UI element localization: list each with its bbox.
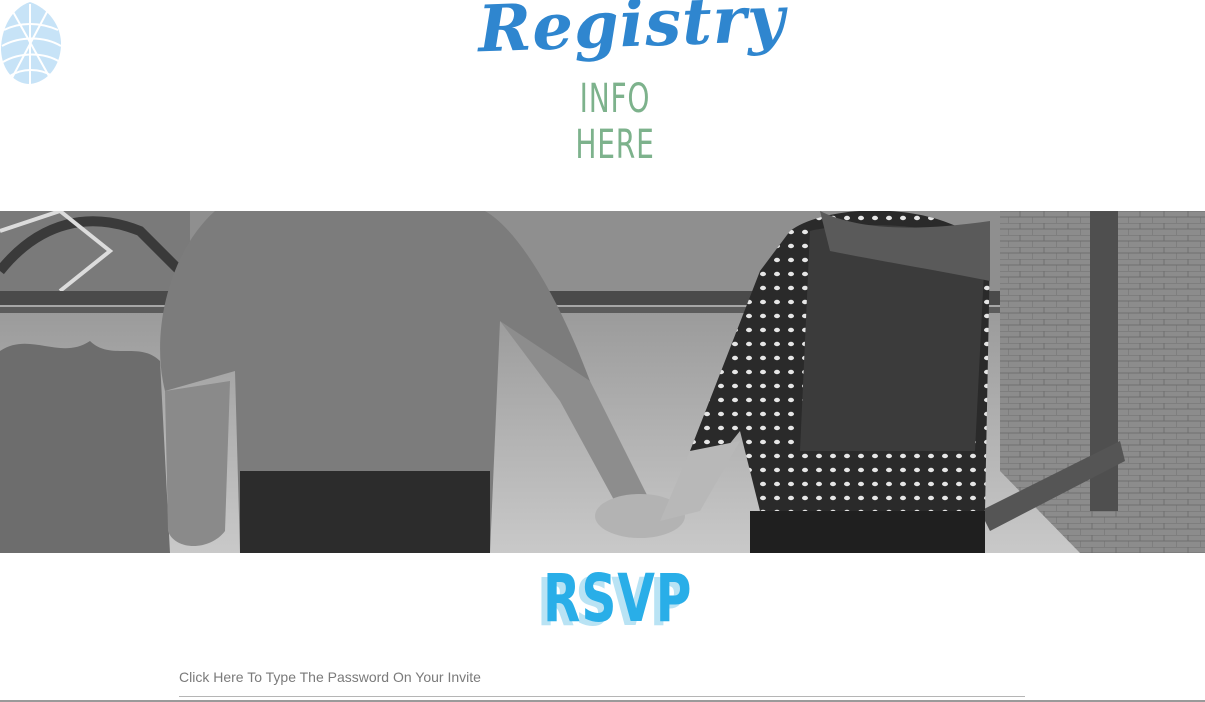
registry-title: Registry <box>476 0 787 68</box>
here-line: HERE <box>575 122 655 168</box>
password-input[interactable] <box>179 662 1025 692</box>
rsvp-heading-text: RSVP <box>543 560 693 637</box>
couple-photo <box>0 211 1205 553</box>
password-field-wrapper <box>179 662 1025 697</box>
info-line: INFO <box>579 76 651 122</box>
rsvp-heading: RSVP RSVP <box>530 560 693 641</box>
registry-header: Registry INFO HERE <box>0 0 1205 210</box>
